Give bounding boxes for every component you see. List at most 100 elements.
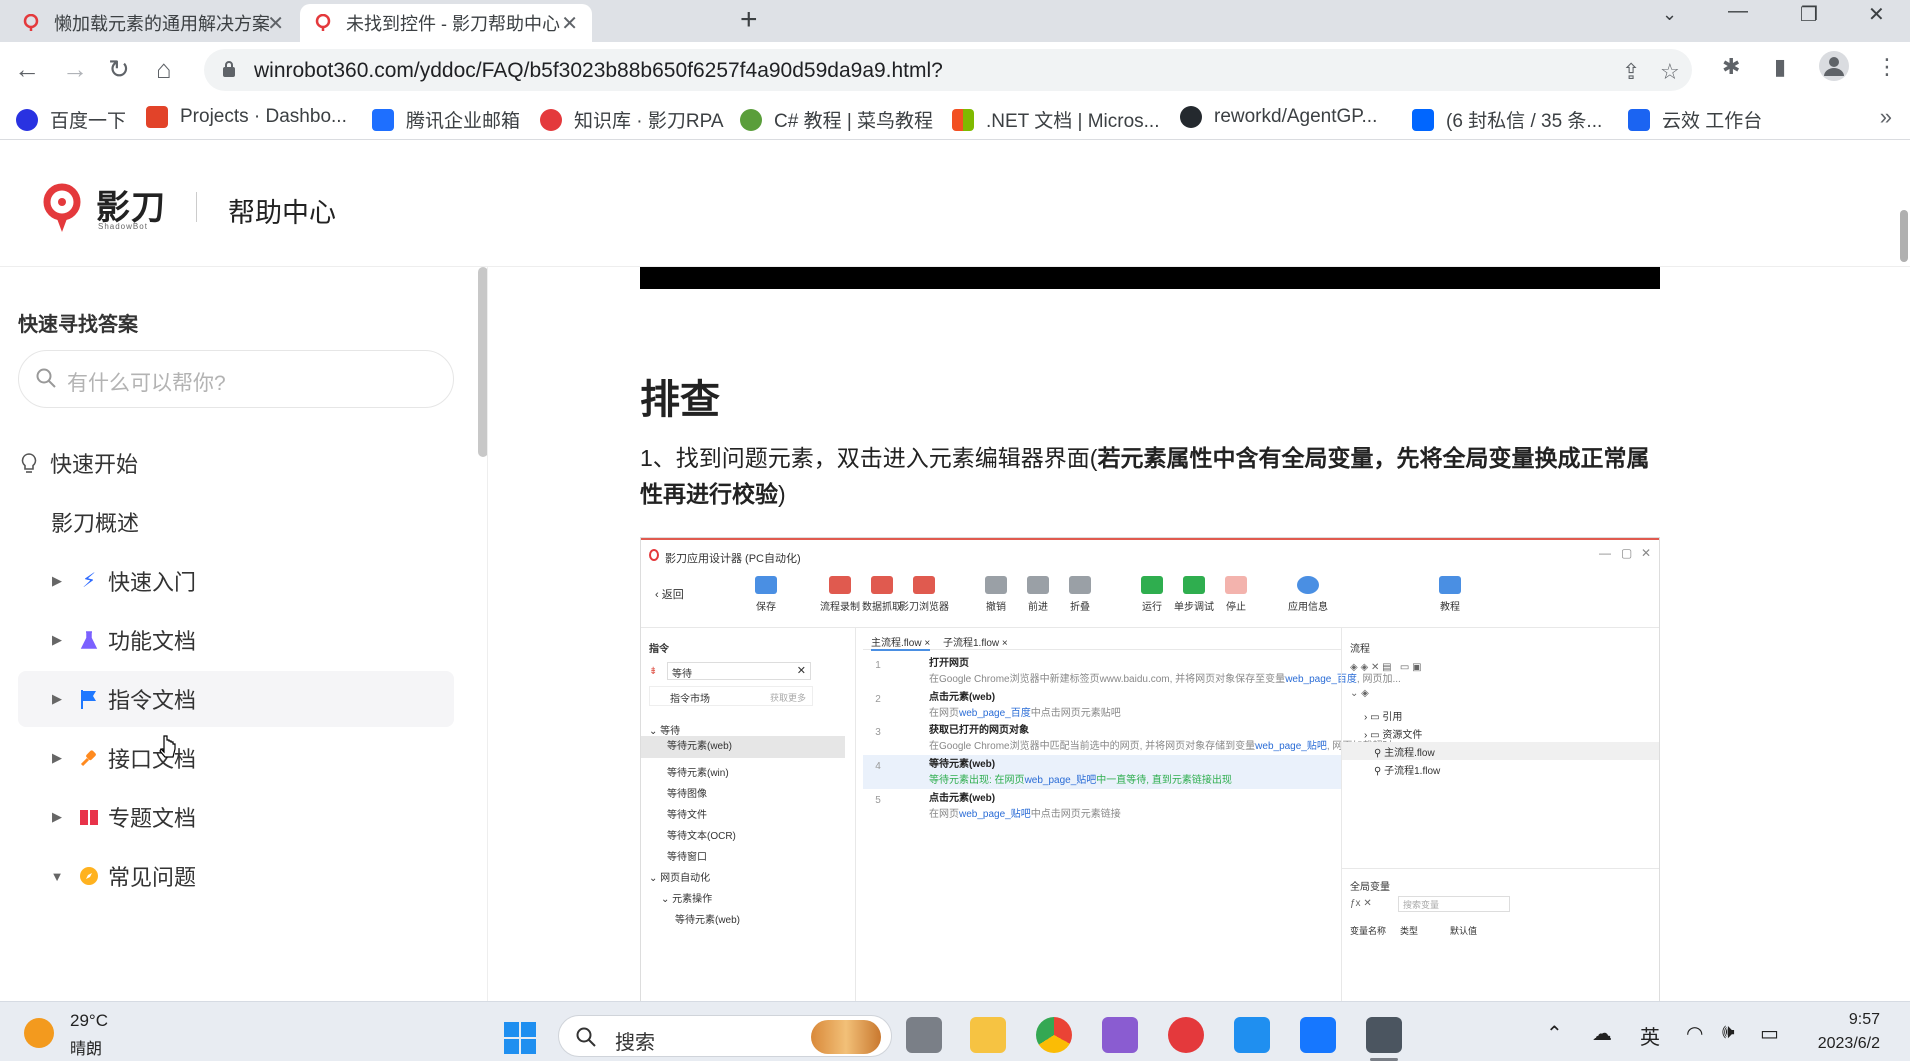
onedrive-icon[interactable]: ☁ bbox=[1592, 1021, 1612, 1046]
step-1-paragraph: 1、找到问题元素，双击进入元素编辑器界面(若元素属性中含有全局变量，先将全局变量… bbox=[640, 440, 1670, 512]
tree-item: ⚲ 主流程.flow bbox=[1374, 748, 1435, 759]
tree-label: 主流程.flow bbox=[1384, 748, 1435, 759]
app-title: 影刀应用设计器 (PC自动化) bbox=[665, 553, 801, 565]
record-icon bbox=[829, 576, 851, 594]
forward-icon[interactable]: → bbox=[62, 54, 88, 85]
lock-icon bbox=[223, 61, 235, 77]
bookmark-tencent-mail[interactable]: 腾讯企业邮箱 bbox=[372, 106, 520, 133]
flow-line: 5 点击元素(web) 在网页web_page_贴吧中点击网页元素链接 bbox=[863, 789, 1341, 823]
bookmarks-overflow-icon[interactable]: » bbox=[1880, 104, 1892, 130]
windows-start-icon[interactable] bbox=[503, 1021, 537, 1055]
weather-description[interactable]: 晴朗 bbox=[70, 1035, 102, 1059]
sidebar-item-feature-docs[interactable]: ▶ 功能文档 bbox=[18, 612, 454, 668]
home-icon[interactable]: ⌂ bbox=[156, 54, 172, 85]
globals-search-placeholder: 搜索变量 bbox=[1403, 900, 1440, 910]
clock-date[interactable]: 2023/6/2 bbox=[1818, 1035, 1880, 1053]
bookmark-label: C# 教程 | 菜鸟教程 bbox=[774, 111, 934, 132]
menu-kebab-icon[interactable]: ⋮ bbox=[1876, 54, 1898, 80]
get-more-link: 获取更多 bbox=[769, 693, 806, 703]
ribbon-label: 撤销 bbox=[986, 602, 1006, 613]
minimize-icon[interactable]: — bbox=[1728, 0, 1748, 23]
vscode-icon[interactable] bbox=[1234, 1017, 1270, 1053]
bookmark-github[interactable]: reworkd/AgentGP... bbox=[1180, 106, 1377, 128]
command-market: 指令市场 获取更多 bbox=[649, 686, 813, 706]
battery-icon[interactable]: ▭ bbox=[1760, 1021, 1779, 1046]
weather-sun-icon[interactable] bbox=[24, 1018, 54, 1048]
close-tab-icon[interactable]: ✕ bbox=[267, 11, 284, 36]
chrome-icon[interactable] bbox=[1036, 1017, 1072, 1053]
tree-item: 等待文本(OCR) bbox=[667, 831, 736, 842]
flow-panel: 流程 ◈ ◈ ✕ ▤ ▭ ▣ ⌄ ◈ › ▭ 引用 › ▭ 资源文件 ⚲ 主流程… bbox=[1341, 628, 1659, 1001]
flow-line: 3 获取已打开的网页对象 在Google Chrome浏览器中匹配当前选中的网页, … bbox=[863, 721, 1401, 755]
caret-right-icon: ▶ bbox=[52, 573, 62, 588]
address-bar[interactable]: winrobot360.com/yddoc/FAQ/b5f3023b88b650… bbox=[204, 49, 1692, 91]
shadowbot-app-icon[interactable] bbox=[1168, 1017, 1204, 1053]
side-panel-icon[interactable]: ▮ bbox=[1774, 54, 1786, 80]
sidebar-title: 快速寻找答案 bbox=[18, 314, 138, 336]
back-icon[interactable]: ← bbox=[14, 54, 40, 85]
caret-down-icon: ▼ bbox=[50, 868, 64, 884]
tree-group-wait: ⌄ 等待 bbox=[649, 726, 681, 737]
weather-temperature[interactable]: 29°C bbox=[70, 1011, 108, 1031]
bookmark-shadowbot-kb[interactable]: 知识库 · 影刀RPA bbox=[540, 106, 724, 133]
command-panel-title: 指令 bbox=[649, 644, 669, 655]
tab-label: 主流程.flow bbox=[871, 638, 922, 649]
sidebar-item-getting-started[interactable]: ▶ ⚡ 快速入门 bbox=[18, 553, 454, 609]
tab-search-icon[interactable]: ⌄ bbox=[1662, 4, 1677, 25]
flow-tools-icon: ◈ ◈ ✕ ▤ ▭ ▣ bbox=[1350, 662, 1422, 673]
sidebar-scrollbar[interactable] bbox=[478, 267, 487, 457]
close-tab-icon[interactable]: ✕ bbox=[561, 11, 578, 36]
bookmark-star-icon[interactable]: ☆ bbox=[1660, 59, 1680, 85]
feishu-icon[interactable] bbox=[1300, 1017, 1336, 1053]
clock-time[interactable]: 9:57 bbox=[1849, 1011, 1880, 1029]
search-placeholder: 有什么可以帮你? bbox=[67, 372, 226, 395]
tab-label: 子流程1.flow bbox=[943, 638, 1000, 649]
bookmark-gitlab[interactable]: Projects · Dashbo... bbox=[146, 106, 347, 128]
tree-label: 网页自动化 bbox=[660, 873, 711, 884]
remote-desktop-icon[interactable] bbox=[1366, 1017, 1402, 1053]
sidebar-item-faq[interactable]: ▼ 常见问题 bbox=[18, 848, 454, 904]
page-scrollbar[interactable] bbox=[1900, 210, 1908, 262]
ribbon-stop: 停止 bbox=[1211, 576, 1261, 613]
bookmark-label: (6 封私信 / 35 条... bbox=[1446, 111, 1603, 132]
flask-icon bbox=[80, 631, 98, 649]
wifi-icon[interactable]: ◠ bbox=[1686, 1021, 1703, 1046]
volume-icon[interactable]: 🕪 bbox=[1722, 1021, 1735, 1044]
caret-right-icon: ▶ bbox=[52, 750, 62, 765]
new-tab-icon[interactable]: + bbox=[740, 3, 758, 37]
fold-icon bbox=[1069, 576, 1091, 594]
profile-avatar-icon[interactable] bbox=[1818, 50, 1850, 82]
sidebar-item-overview[interactable]: 影刀概述 bbox=[18, 494, 454, 550]
visual-studio-icon[interactable] bbox=[1102, 1017, 1138, 1053]
file-explorer-icon[interactable] bbox=[970, 1017, 1006, 1053]
bookmark-zhihu[interactable]: (6 封私信 / 35 条... bbox=[1412, 106, 1602, 133]
shadowbot-logo-icon[interactable] bbox=[38, 182, 86, 234]
tray-overflow-icon[interactable]: ⌃ bbox=[1546, 1021, 1563, 1046]
sidebar-search-input[interactable]: 有什么可以帮你? bbox=[18, 350, 454, 408]
desc-var: web_page_贴吧 bbox=[1255, 741, 1327, 752]
sidebar-item-api-docs[interactable]: ▶ 接口文档 bbox=[18, 730, 454, 786]
line-command: 点击元素(web) bbox=[929, 692, 996, 703]
globals-column: 默认值 bbox=[1450, 926, 1478, 936]
reload-icon[interactable]: ↻ bbox=[108, 54, 130, 85]
search-icon bbox=[576, 1027, 596, 1047]
taskbar-search[interactable]: 搜索 bbox=[558, 1015, 892, 1057]
sidebar-item-quick-start[interactable]: 快速开始 bbox=[18, 435, 454, 491]
help-center-title[interactable]: 帮助中心 bbox=[228, 191, 336, 230]
task-view-icon[interactable] bbox=[906, 1017, 942, 1053]
restore-icon[interactable]: ❐ bbox=[1800, 2, 1818, 27]
share-icon[interactable]: ⇪ bbox=[1622, 59, 1640, 85]
tab-lazy-load[interactable]: 懒加载元素的通用解决方案----B ✕ bbox=[8, 4, 298, 42]
tab-not-found-control[interactable]: 未找到控件 - 影刀帮助中心 ✕ bbox=[300, 4, 592, 42]
bookmark-dotnet-docs[interactable]: .NET 文档 | Micros... bbox=[952, 106, 1160, 133]
bookmark-baidu[interactable]: 百度一下 bbox=[16, 106, 126, 133]
sidebar-item-command-docs[interactable]: ▶ 指令文档 bbox=[18, 671, 454, 727]
ime-indicator[interactable]: 英 bbox=[1640, 1021, 1660, 1050]
sidebar-item-topic-docs[interactable]: ▶ 专题文档 bbox=[18, 789, 454, 845]
bookmark-runoob[interactable]: C# 教程 | 菜鸟教程 bbox=[740, 106, 933, 133]
close-window-icon[interactable]: ✕ bbox=[1868, 2, 1885, 27]
extensions-icon[interactable]: ✱ bbox=[1722, 54, 1740, 80]
bookmark-yunxiao[interactable]: 云效 工作台 bbox=[1628, 106, 1762, 133]
step-1-text: 1、找到问题元素，双击进入元素编辑器界面( bbox=[640, 445, 1098, 471]
ribbon-label: 保存 bbox=[756, 602, 776, 613]
